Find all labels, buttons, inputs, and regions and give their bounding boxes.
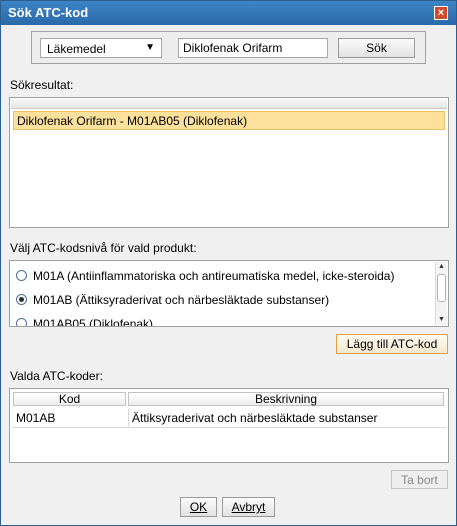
remove-button[interactable]: Ta bort [391, 470, 448, 489]
ok-button[interactable]: OK [180, 497, 217, 517]
level-option-m01ab05[interactable]: M01AB05 (Diklofenak) [16, 317, 154, 327]
list-item[interactable]: Diklofenak Orifarm - M01AB05 (Diklofenak… [13, 111, 445, 130]
levels-scrollbar[interactable]: ▲ ▼ [435, 262, 447, 325]
dropdown-arrow-icon: ▼ [145, 42, 155, 53]
radio-checked-icon[interactable] [16, 294, 27, 305]
selected-codes-label: Valda ATC-koder: [10, 369, 103, 383]
level-option-m01a[interactable]: M01A (Antiinflammatoriska och antireumat… [16, 269, 394, 287]
levels-label: Välj ATC-kodsnivå för vald produkt: [10, 241, 197, 255]
levels-list[interactable]: M01A (Antiinflammatoriska och antireumat… [9, 260, 449, 327]
cell-beskrivning[interactable]: Ättiksyraderivat och närbesläktade subst… [128, 409, 444, 427]
close-icon[interactable]: × [434, 6, 448, 20]
title-bar[interactable]: Sök ATC-kod × [1, 1, 456, 25]
cancel-button[interactable]: Avbryt [222, 497, 275, 517]
column-header-beskrivning[interactable]: Beskrivning [128, 392, 444, 406]
add-atc-code-button[interactable]: Lägg till ATC-kod [336, 334, 448, 354]
radio-icon[interactable] [16, 318, 27, 326]
product-type-select[interactable]: Läkemedel ▼ [40, 38, 162, 58]
level-option-label: M01AB (Ättiksyraderivat och närbesläktad… [33, 293, 330, 307]
scroll-up-icon[interactable]: ▲ [436, 262, 447, 272]
window-title: Sök ATC-kod [8, 5, 89, 20]
dialog-window: Sök ATC-kod × Läkemedel ▼ Sök Sökresulta… [0, 0, 457, 526]
row-divider [12, 427, 446, 428]
product-type-value: Läkemedel [47, 42, 106, 56]
level-option-label: M01A (Antiinflammatoriska och antireumat… [33, 269, 395, 283]
cell-kod[interactable]: M01AB [13, 409, 126, 427]
search-group: Läkemedel ▼ Sök [31, 31, 426, 64]
scroll-down-icon[interactable]: ▼ [436, 315, 447, 325]
results-label: Sökresultat: [10, 78, 74, 92]
selected-codes-table[interactable]: Kod Beskrivning M01AB Ättiksyraderivat o… [9, 388, 449, 463]
results-header [11, 99, 447, 109]
search-input[interactable] [178, 38, 328, 58]
scrollbar-thumb[interactable] [437, 274, 446, 302]
level-option-label: M01AB05 (Diklofenak) [33, 317, 154, 327]
results-list[interactable]: Diklofenak Orifarm - M01AB05 (Diklofenak… [9, 97, 449, 228]
radio-icon[interactable] [16, 270, 27, 281]
level-option-m01ab[interactable]: M01AB (Ättiksyraderivat och närbesläktad… [16, 293, 329, 311]
search-button[interactable]: Sök [338, 38, 415, 58]
column-header-kod[interactable]: Kod [13, 392, 126, 406]
